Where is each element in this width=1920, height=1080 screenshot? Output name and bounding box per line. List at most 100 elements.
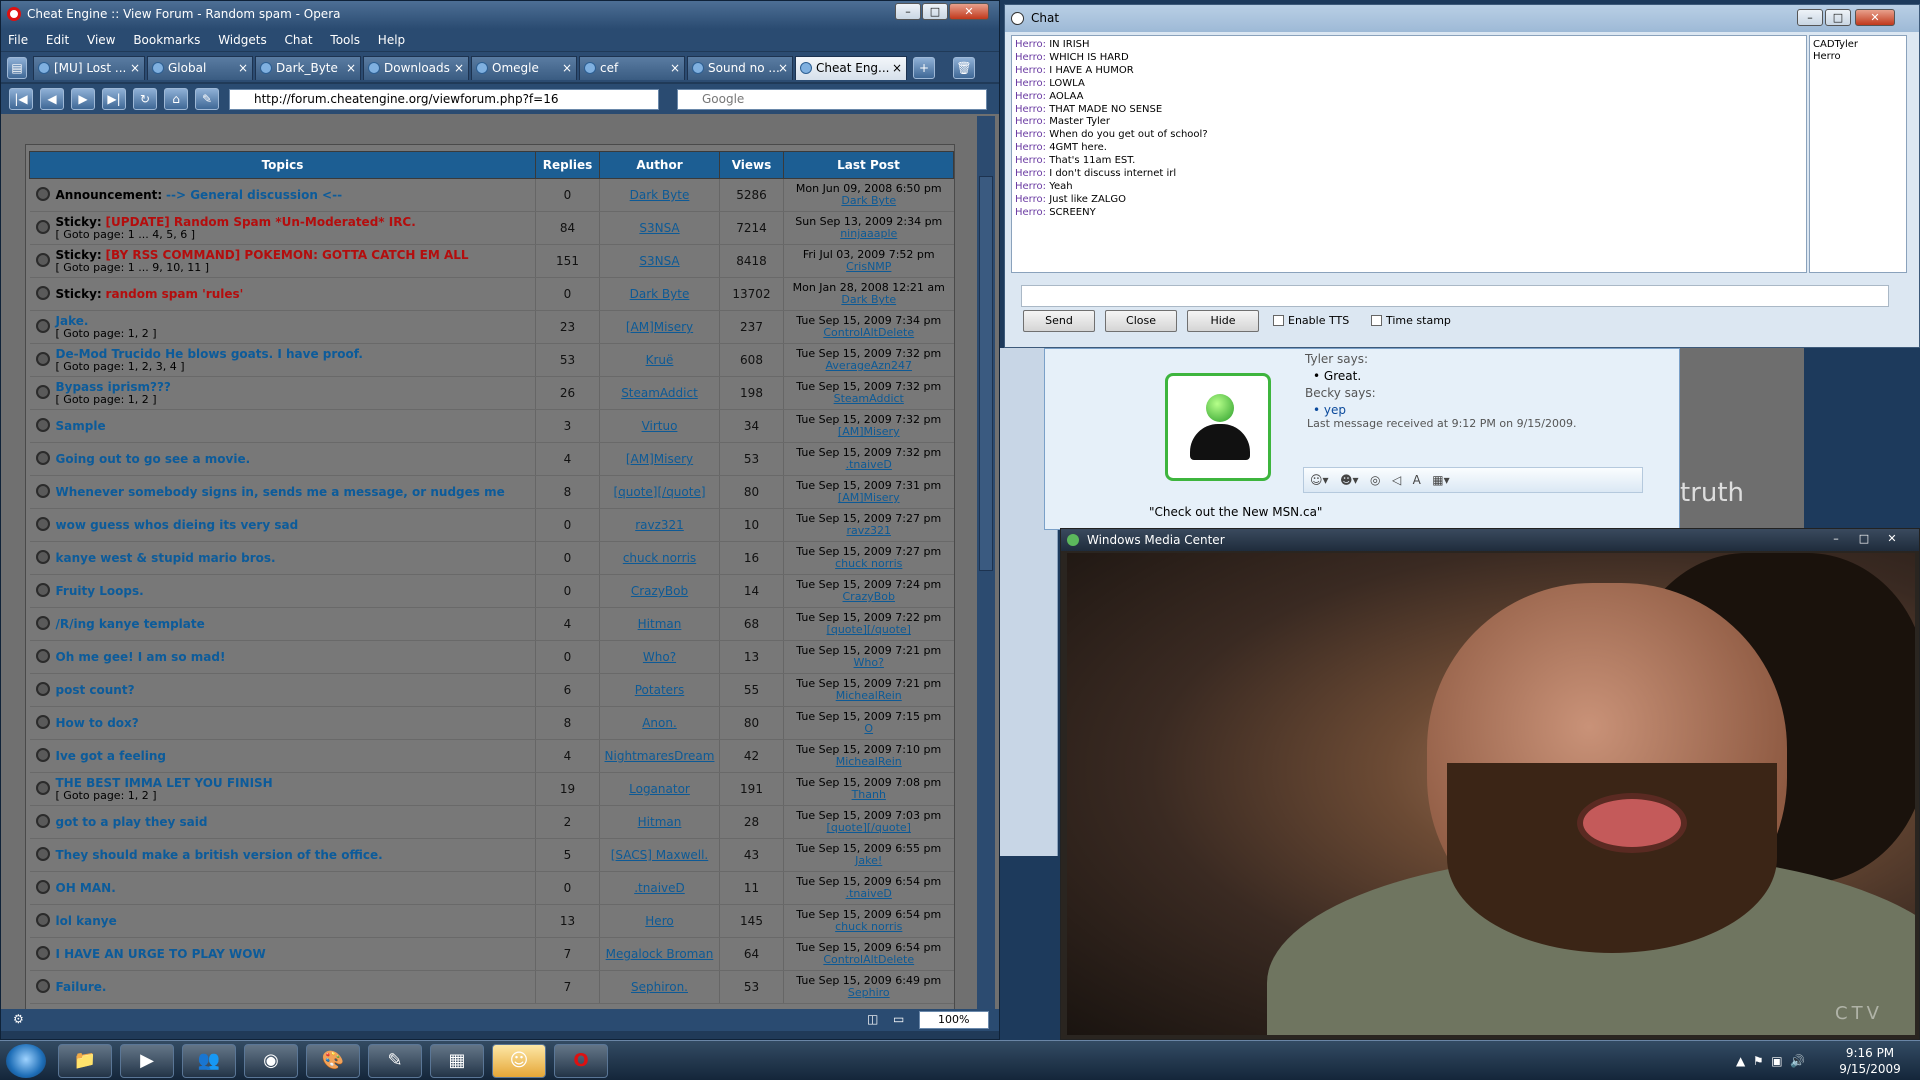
topic-link[interactable]: They should make a british version of th… <box>56 848 383 862</box>
tab-close-icon[interactable]: × <box>454 57 464 79</box>
last-post-author-link[interactable]: Dark Byte <box>784 195 954 207</box>
clock[interactable]: 9:16 PM 9/15/2009 <box>1828 1045 1912 1079</box>
last-post-author-link[interactable]: ControlAltDelete <box>784 954 954 966</box>
author-link[interactable]: Virtuo <box>642 419 678 433</box>
author-link[interactable]: [AM]Misery <box>626 452 693 466</box>
topic-link[interactable]: [BY RSS COMMAND] POKEMON: GOTTA CATCH EM… <box>106 248 469 262</box>
topic-link[interactable]: How to dox? <box>56 716 139 730</box>
maximize-button[interactable]: □ <box>1851 531 1877 548</box>
topic-link[interactable]: Fruity Loops. <box>56 584 144 598</box>
author-link[interactable]: Kruë <box>646 353 674 367</box>
opera-title-bar[interactable]: Cheat Engine :: View Forum - Random spam… <box>1 1 999 29</box>
author-link[interactable]: Loganator <box>629 782 690 796</box>
menu-edit[interactable]: Edit <box>46 33 69 47</box>
start-button[interactable] <box>6 1044 46 1078</box>
tab-cheat-engine[interactable]: Cheat Eng... × <box>795 56 907 80</box>
last-post-author-link[interactable]: Sephiro <box>784 987 954 999</box>
last-post-author-link[interactable]: Dark Byte <box>784 294 954 306</box>
media-player-icon[interactable]: ▶ <box>120 1044 174 1078</box>
last-post-author-link[interactable]: SteamAddict <box>784 393 954 405</box>
menu-help[interactable]: Help <box>378 33 405 47</box>
font-icon[interactable]: A <box>1413 473 1421 487</box>
opera-icon[interactable]: O <box>554 1044 608 1078</box>
maximize-button[interactable]: □ <box>1825 9 1851 26</box>
address-field[interactable]: http://forum.cheatengine.org/viewforum.p… <box>229 89 659 110</box>
video-frame[interactable]: CTV <box>1067 553 1915 1035</box>
tab-omegle[interactable]: Omegle × <box>471 56 577 80</box>
tab-close-icon[interactable]: × <box>238 57 248 79</box>
msn-ad-text[interactable]: "Check out the New MSN.ca" <box>1149 505 1322 519</box>
last-post-author-link[interactable]: ControlAltDelete <box>784 327 954 339</box>
close-button[interactable]: ✕ <box>949 3 989 20</box>
back-icon[interactable]: ◀ <box>40 88 64 110</box>
wmc-title-bar[interactable]: Windows Media Center – □ ✕ <box>1061 529 1919 551</box>
last-post-author-link[interactable]: [quote][/quote] <box>784 822 954 834</box>
topic-link[interactable]: Bypass iprism??? <box>56 380 171 394</box>
last-post-author-link[interactable]: O <box>784 723 954 735</box>
last-post-author-link[interactable]: Jake! <box>784 855 954 867</box>
timestamp-checkbox[interactable]: Time stamp <box>1371 314 1451 328</box>
last-post-author-link[interactable]: .tnaiveD <box>784 888 954 900</box>
topic-link[interactable]: wow guess whos dieing its very sad <box>56 518 299 532</box>
chat-message-log[interactable]: Herro: IN IRISH Herro: WHICH IS HARD Herro… <box>1011 35 1807 273</box>
tab-mu-lost[interactable]: [MU] Lost ... × <box>33 56 145 80</box>
trash-icon[interactable]: 🗑 <box>953 57 975 79</box>
author-link[interactable]: S3NSA <box>639 254 679 268</box>
menu-widgets[interactable]: Widgets <box>218 33 267 47</box>
author-link[interactable]: SteamAddict <box>621 386 698 400</box>
network-icon[interactable]: ▣ <box>1771 1054 1782 1068</box>
chat-user-list[interactable]: CADTyler Herro <box>1809 35 1907 273</box>
wink-icon[interactable]: ☻▾ <box>1340 473 1359 487</box>
page-links[interactable]: 1, 2 <box>128 789 149 802</box>
last-post-author-link[interactable]: AverageAzn247 <box>784 360 954 372</box>
tab-cef[interactable]: cef × <box>579 56 685 80</box>
last-post-author-link[interactable]: [quote][/quote] <box>784 624 954 636</box>
search-field[interactable]: Google <box>677 89 987 110</box>
topic-link[interactable]: lol kanye <box>56 914 117 928</box>
view-icon[interactable]: ▭ <box>893 1012 904 1026</box>
last-post-author-link[interactable]: MichealRein <box>784 756 954 768</box>
rewind-icon[interactable]: |◀ <box>9 88 33 110</box>
author-link[interactable]: [AM]Misery <box>626 320 693 334</box>
nudge-icon[interactable]: ◎ <box>1370 473 1380 487</box>
author-link[interactable]: CrazyBob <box>631 584 688 598</box>
author-link[interactable]: .tnaiveD <box>634 881 685 895</box>
minimize-button[interactable]: – <box>1797 9 1823 26</box>
chat-title-bar[interactable]: Chat – □ ✕ <box>1005 5 1919 32</box>
tab-close-icon[interactable]: × <box>670 57 680 79</box>
notepad-icon[interactable]: ✎ <box>368 1044 422 1078</box>
topic-link[interactable]: THE BEST IMMA LET YOU FINISH <box>56 776 273 790</box>
topic-link[interactable]: Sample <box>56 419 106 433</box>
minimize-button[interactable]: – <box>1823 531 1849 548</box>
author-link[interactable]: ravz321 <box>635 518 684 532</box>
home-icon[interactable]: ⌂ <box>164 88 188 110</box>
tab-close-icon[interactable]: × <box>778 57 788 79</box>
archive-icon[interactable]: ▦ <box>430 1044 484 1078</box>
author-link[interactable]: S3NSA <box>639 221 679 235</box>
page-links[interactable]: 1, 2, 3, 4 <box>128 360 177 373</box>
forward-icon[interactable]: ▶ <box>71 88 95 110</box>
author-link[interactable]: Hero <box>645 914 673 928</box>
tab-close-icon[interactable]: × <box>562 57 572 79</box>
tab-close-icon[interactable]: × <box>892 57 902 79</box>
volume-icon[interactable]: 🔊 <box>1790 1054 1805 1068</box>
last-post-author-link[interactable]: ninjaaaple <box>784 228 954 240</box>
author-link[interactable]: [quote][/quote] <box>613 485 705 499</box>
user-item[interactable]: Herro <box>1813 51 1903 63</box>
topic-link[interactable]: post count? <box>56 683 135 697</box>
hide-button[interactable]: Hide <box>1187 310 1259 332</box>
tab-dark-byte[interactable]: Dark_Byte × <box>255 56 361 80</box>
last-post-author-link[interactable]: .tnaiveD <box>784 459 954 471</box>
last-post-author-link[interactable]: [AM]Misery <box>784 492 954 504</box>
messenger-icon[interactable]: 👥 <box>182 1044 236 1078</box>
page-links[interactable]: 1 ... 4, 5, 6 <box>128 228 187 241</box>
topic-link[interactable]: random spam 'rules' <box>106 287 244 301</box>
minimize-button[interactable]: – <box>895 3 921 20</box>
background-icon[interactable]: ▦▾ <box>1432 473 1449 487</box>
topic-link[interactable]: got to a play they said <box>56 815 208 829</box>
menu-tools[interactable]: Tools <box>330 33 360 47</box>
media-center-icon[interactable]: ◉ <box>244 1044 298 1078</box>
topic-link[interactable]: Whenever somebody signs in, sends me a m… <box>56 485 505 499</box>
close-button[interactable]: ✕ <box>1879 531 1905 548</box>
menu-file[interactable]: File <box>8 33 28 47</box>
